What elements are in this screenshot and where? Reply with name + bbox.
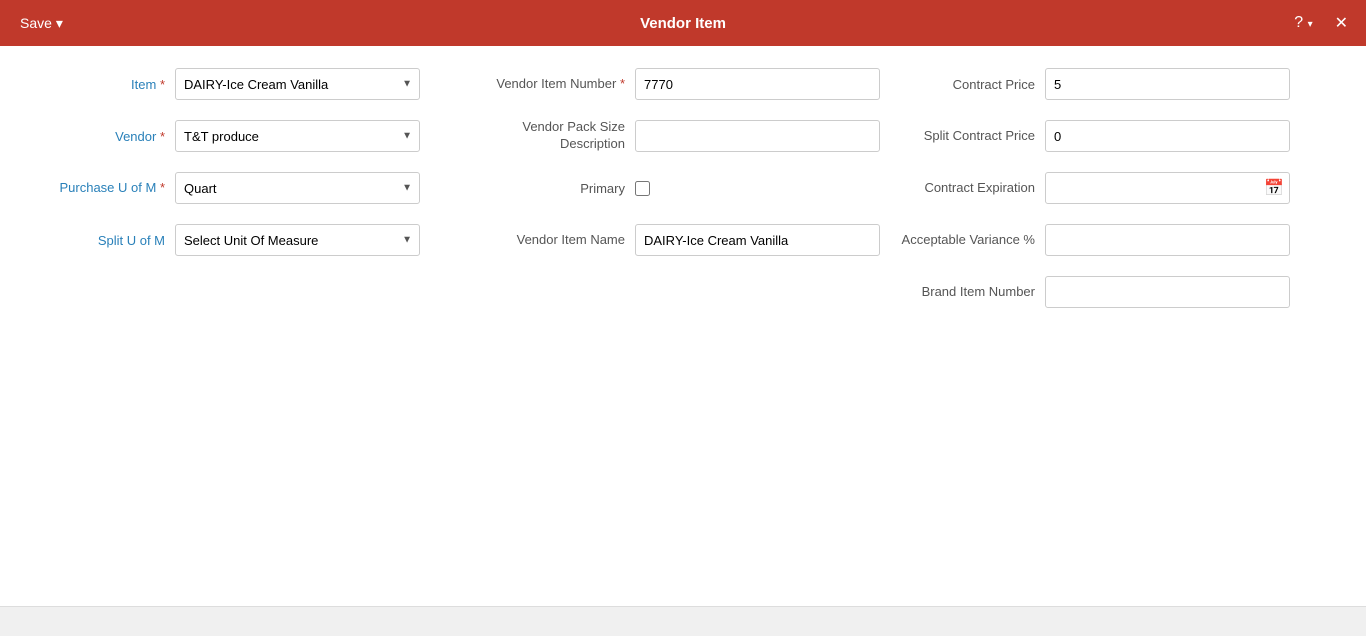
help-button[interactable]: ? ▾ (1288, 10, 1318, 36)
item-row: Item * DAIRY-Ice Cream Vanilla (20, 66, 480, 102)
purchase-uom-select[interactable]: Quart (175, 172, 420, 204)
contract-expiration-wrapper: 📅 (1045, 172, 1290, 204)
vendor-item-number-required: * (620, 76, 625, 91)
contract-price-label: Contract Price (900, 77, 1045, 92)
save-dropdown-icon: ▾ (56, 15, 63, 32)
vendor-label: Vendor * (20, 129, 175, 144)
vendor-item-name-input[interactable] (635, 224, 880, 256)
split-uom-row: Split U of M Select Unit Of Measure (20, 222, 480, 258)
vendor-item-number-row: Vendor Item Number * (480, 66, 900, 102)
primary-checkbox[interactable] (635, 181, 650, 196)
contract-price-input[interactable] (1045, 68, 1290, 100)
vendor-required: * (160, 129, 165, 144)
vendor-pack-size-input[interactable] (635, 120, 880, 152)
vendor-select[interactable]: T&T produce (175, 120, 420, 152)
primary-label: Primary (480, 181, 635, 196)
header-left: Save ▾ (12, 11, 71, 36)
left-section: Item * DAIRY-Ice Cream Vanilla Vendor * … (20, 66, 480, 586)
contract-expiration-input[interactable] (1045, 172, 1290, 204)
purchase-uom-required: * (160, 180, 165, 195)
middle-section: Vendor Item Number * Vendor Pack Size De… (480, 66, 900, 586)
close-icon: ✕ (1335, 15, 1348, 32)
help-dropdown-icon: ▾ (1308, 19, 1313, 30)
contract-expiration-row: Contract Expiration 📅 (900, 170, 1346, 206)
acceptable-variance-label: Acceptable Variance % (900, 232, 1045, 249)
purchase-uom-select-wrapper: Quart (175, 172, 420, 204)
item-select[interactable]: DAIRY-Ice Cream Vanilla (175, 68, 420, 100)
brand-item-number-label: Brand Item Number (900, 284, 1045, 301)
help-icon: ? (1294, 14, 1303, 31)
split-contract-price-label: Split Contract Price (900, 128, 1045, 145)
acceptable-variance-input[interactable] (1045, 224, 1290, 256)
vendor-pack-size-label: Vendor Pack Size Description (480, 119, 635, 153)
vendor-pack-size-row: Vendor Pack Size Description (480, 118, 900, 154)
vendor-item-number-input[interactable] (635, 68, 880, 100)
brand-item-number-input[interactable] (1045, 276, 1290, 308)
split-uom-select[interactable]: Select Unit Of Measure (175, 224, 420, 256)
contract-price-row: Contract Price (900, 66, 1346, 102)
split-contract-price-row: Split Contract Price (900, 118, 1346, 154)
page-title: Vendor Item (640, 15, 726, 32)
brand-item-number-row: Brand Item Number (900, 274, 1346, 310)
acceptable-variance-row: Acceptable Variance % (900, 222, 1346, 258)
primary-row: Primary (480, 170, 900, 206)
calendar-icon: 📅 (1264, 180, 1284, 197)
split-contract-price-input[interactable] (1045, 120, 1290, 152)
contract-expiration-label: Contract Expiration (900, 180, 1045, 197)
vendor-item-number-label: Vendor Item Number * (480, 76, 635, 93)
header-right: ? ▾ ✕ (1288, 9, 1354, 37)
item-required: * (160, 77, 165, 92)
header: Save ▾ Vendor Item ? ▾ ✕ (0, 0, 1366, 46)
vendor-row: Vendor * T&T produce (20, 118, 480, 154)
contract-expiration-calendar-button[interactable]: 📅 (1260, 174, 1288, 202)
split-uom-select-wrapper: Select Unit Of Measure (175, 224, 420, 256)
main-content: Item * DAIRY-Ice Cream Vanilla Vendor * … (0, 46, 1366, 606)
item-label: Item * (20, 77, 175, 92)
vendor-item-name-label: Vendor Item Name (480, 232, 635, 249)
save-button[interactable]: Save ▾ (12, 11, 71, 36)
vendor-item-name-row: Vendor Item Name (480, 222, 900, 258)
vendor-select-wrapper: T&T produce (175, 120, 420, 152)
close-button[interactable]: ✕ (1329, 9, 1354, 37)
purchase-uom-label: Purchase U of M * (20, 180, 175, 197)
purchase-uom-row: Purchase U of M * Quart (20, 170, 480, 206)
split-uom-label: Split U of M (20, 233, 175, 248)
bottom-bar (0, 606, 1366, 636)
right-section: Contract Price Split Contract Price Cont… (900, 66, 1346, 586)
item-select-wrapper: DAIRY-Ice Cream Vanilla (175, 68, 420, 100)
save-label: Save (20, 15, 52, 31)
